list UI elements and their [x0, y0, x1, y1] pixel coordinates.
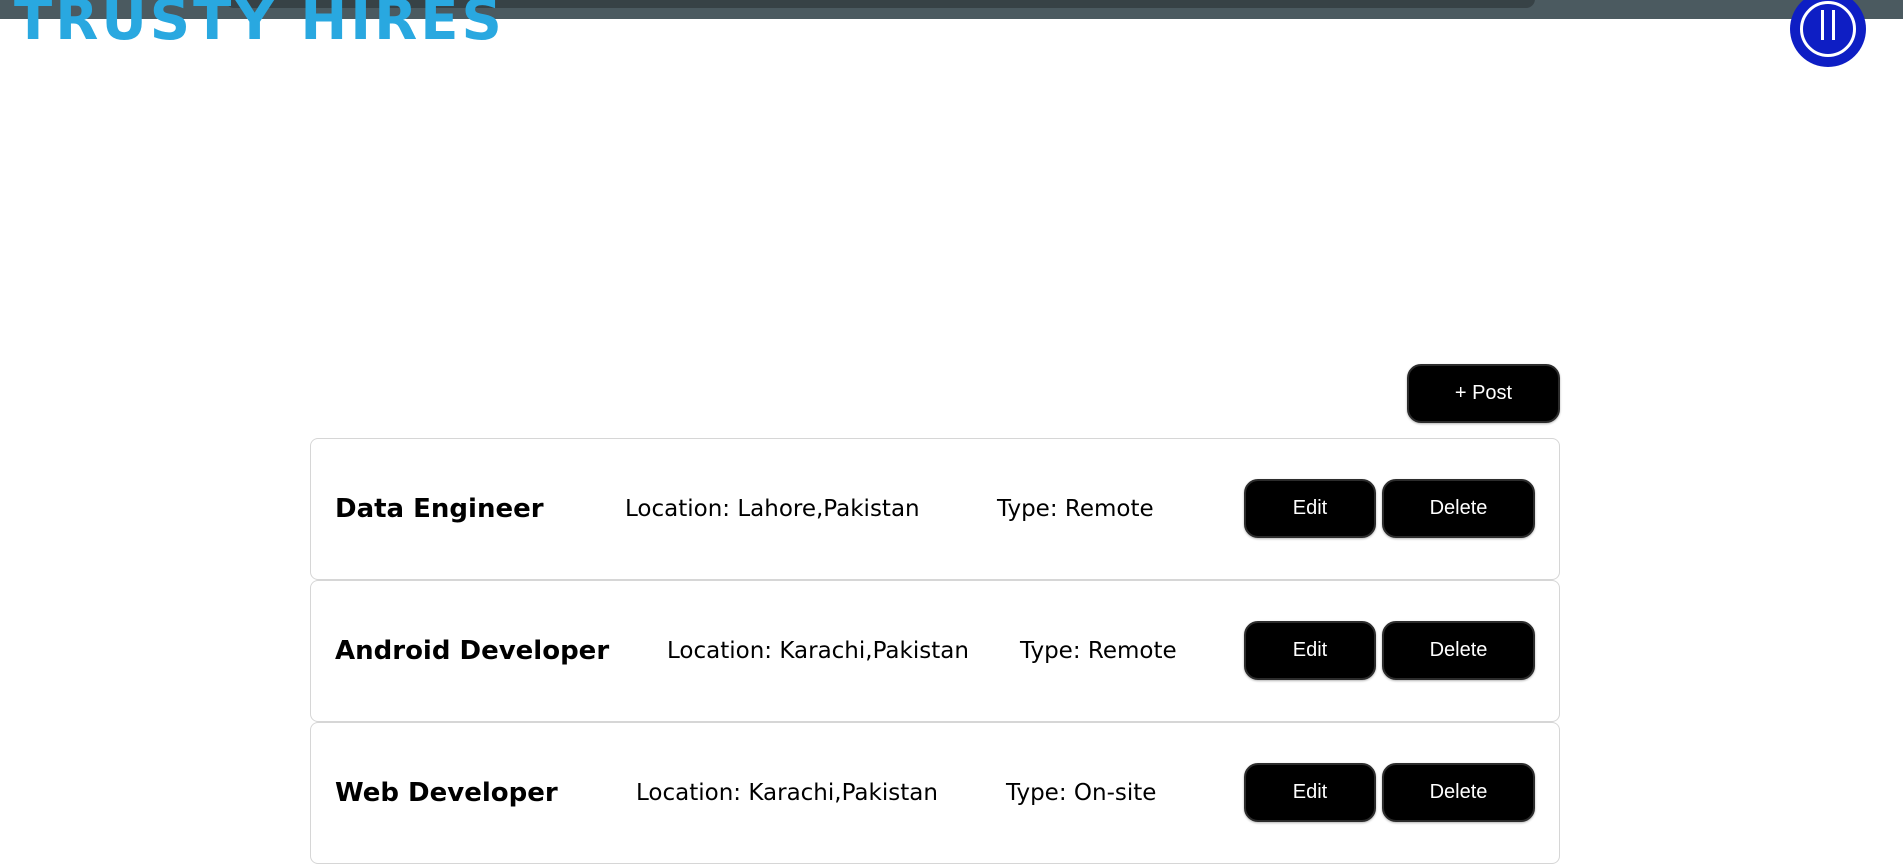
- job-title: Web Developer: [335, 778, 558, 808]
- power-icon: [1800, 1, 1856, 57]
- job-title: Data Engineer: [335, 494, 544, 524]
- job-card: Web Developer Location: Karachi,Pakistan…: [310, 722, 1560, 864]
- job-type: Type: On-site: [1006, 780, 1157, 806]
- job-actions: Edit Delete: [1244, 621, 1535, 680]
- job-title: Android Developer: [335, 636, 610, 666]
- job-location: Location: Lahore,Pakistan: [625, 496, 920, 522]
- job-actions: Edit Delete: [1244, 763, 1535, 822]
- job-location: Location: Karachi,Pakistan: [667, 638, 969, 664]
- edit-button[interactable]: Edit: [1244, 621, 1376, 680]
- job-type: Type: Remote: [1020, 638, 1177, 664]
- job-location: Location: Karachi,Pakistan: [636, 780, 938, 806]
- delete-button[interactable]: Delete: [1382, 479, 1535, 538]
- add-post-button[interactable]: + Post: [1407, 364, 1560, 423]
- user-avatar[interactable]: [1790, 0, 1866, 67]
- page: TRUSTY HIRES + Post Data Engineer Locati…: [0, 0, 1903, 865]
- job-card: Data Engineer Location: Lahore,Pakistan …: [310, 438, 1560, 580]
- delete-button[interactable]: Delete: [1382, 621, 1535, 680]
- edit-button[interactable]: Edit: [1244, 479, 1376, 538]
- job-list: Data Engineer Location: Lahore,Pakistan …: [310, 438, 1560, 864]
- delete-button[interactable]: Delete: [1382, 763, 1535, 822]
- edit-button[interactable]: Edit: [1244, 763, 1376, 822]
- job-actions: Edit Delete: [1244, 479, 1535, 538]
- job-card: Android Developer Location: Karachi,Paki…: [310, 580, 1560, 722]
- site-logo[interactable]: TRUSTY HIRES: [14, 0, 505, 49]
- job-type: Type: Remote: [997, 496, 1154, 522]
